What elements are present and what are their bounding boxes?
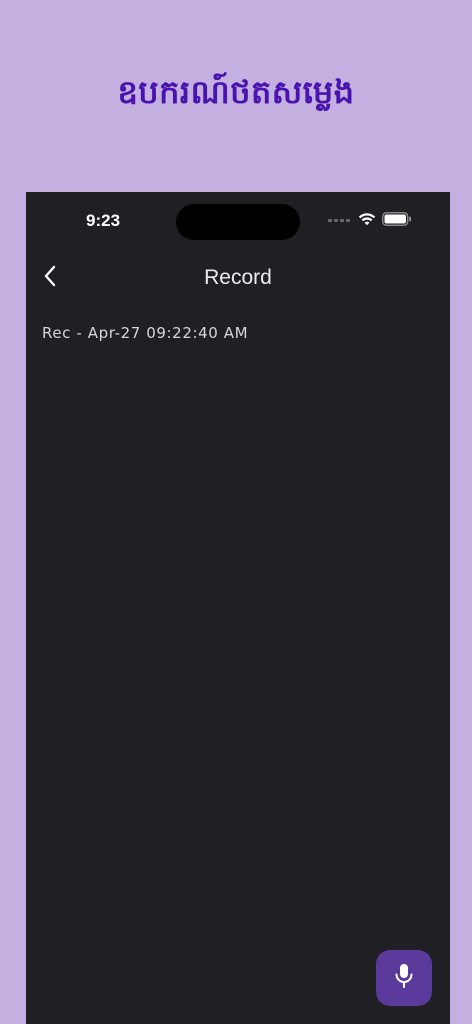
record-button[interactable] xyxy=(376,950,432,1006)
page-title: Record xyxy=(204,266,272,289)
phone-screen: 9:23 Record Rec - Apr-27 09:22:40 AM xyxy=(26,192,450,1024)
navigation-bar: Record xyxy=(26,254,450,302)
wifi-icon xyxy=(358,211,376,230)
app-headline: ឧបករណ៍ថតសម្លេង xyxy=(117,73,355,111)
recording-item[interactable]: Rec - Apr-27 09:22:40 AM xyxy=(26,316,450,350)
status-time: 9:23 xyxy=(86,211,121,230)
signal-icon xyxy=(328,218,350,222)
recordings-list: Rec - Apr-27 09:22:40 AM xyxy=(26,316,450,350)
battery-icon xyxy=(382,211,412,230)
microphone-icon xyxy=(394,963,414,993)
dynamic-island xyxy=(176,204,300,240)
status-icons xyxy=(328,211,412,230)
